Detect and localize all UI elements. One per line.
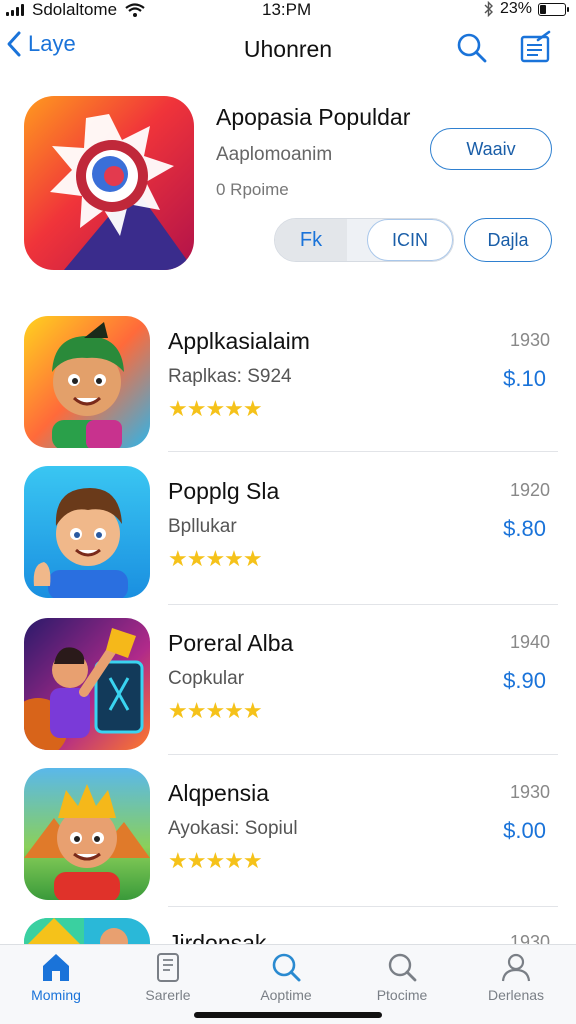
status-right: 23% <box>484 0 569 18</box>
segment-icin[interactable]: ICIN <box>367 219 453 261</box>
price-button[interactable]: $.90 <box>503 668 546 694</box>
app-subtitle: Raplkas: S924 <box>168 366 292 387</box>
app-name: Jirdonsak <box>168 930 267 944</box>
app-row[interactable]: Popplg Sla Bpllukar ★★★★★ 1920 $.80 <box>0 466 576 616</box>
app-count: 1930 <box>509 782 550 802</box>
rating-stars: ★★★★★ <box>168 848 263 873</box>
tab-label: Moming <box>31 987 81 1003</box>
battery-fill <box>540 4 546 14</box>
tab-aoptime[interactable]: Aoptime <box>236 951 336 1011</box>
row-divider <box>168 754 558 755</box>
app-name: Alqpensia <box>168 780 270 806</box>
app-subtitle: Copkular <box>168 668 245 689</box>
tablet-icon <box>157 953 179 982</box>
app-icon <box>24 768 150 900</box>
tab-label: Aoptime <box>260 987 312 1003</box>
tab-label: Derlenas <box>487 987 545 1003</box>
row-divider <box>168 604 558 605</box>
row-divider <box>168 451 558 452</box>
featured-title: Apopasia Populdar <box>216 104 411 130</box>
app-row[interactable]: Poreral Alba Copkular ★★★★★ 1940 $.90 <box>0 618 576 768</box>
app-row[interactable]: Alqpensia Ayokasi: Sopiul ★★★★★ 1930 $.0… <box>0 768 576 918</box>
app-count: 1930 <box>509 932 550 944</box>
rating-stars: ★★★★★ <box>168 698 263 723</box>
featured-subtitle: Aaplomoanim <box>216 144 333 165</box>
home-icon <box>43 954 69 981</box>
featured-primary-button[interactable]: Waaiv <box>430 128 552 170</box>
app-icon <box>24 316 150 448</box>
app-subtitle: Bpllukar <box>168 516 237 537</box>
search-icon <box>272 953 301 982</box>
app-name: Poreral Alba <box>168 630 294 656</box>
app-count: 1920 <box>509 480 550 500</box>
chevron-left-icon <box>7 31 21 57</box>
row-divider <box>168 906 558 907</box>
bluetooth-icon <box>484 1 493 17</box>
featured-app-icon[interactable] <box>24 96 194 270</box>
tab-ptocime[interactable]: Ptocime <box>352 951 452 1011</box>
signal-icon <box>6 4 24 16</box>
rating-stars: ★★★★★ <box>168 396 263 421</box>
tab-label: Ptocime <box>376 987 428 1003</box>
app-subtitle: Ayokasi: Sopiul <box>168 818 298 839</box>
app-name: Applkasialaim <box>168 328 310 354</box>
price-button[interactable]: $.80 <box>503 516 546 542</box>
wifi-icon <box>125 3 145 17</box>
search-icon <box>388 953 417 982</box>
carrier-label: Sdolaltome <box>32 0 118 19</box>
price-button[interactable]: $.10 <box>503 366 546 392</box>
featured-secondary-button[interactable]: Dajla <box>464 218 552 262</box>
search-icon <box>457 33 487 63</box>
app-row[interactable]: Jirdonsak 1930 <box>0 918 576 944</box>
tab-moming[interactable]: Moming <box>6 951 106 1011</box>
app-icon <box>24 918 150 944</box>
segmented-control: Fk ICIN <box>274 218 454 262</box>
edit-button[interactable] <box>518 30 554 66</box>
battery-percent: 23% <box>499 0 532 17</box>
battery-icon <box>538 2 569 16</box>
tab-sarerle[interactable]: Sarerle <box>118 951 218 1011</box>
app-icon <box>24 618 150 750</box>
edit-icon <box>520 30 551 63</box>
search-button[interactable] <box>454 30 490 66</box>
rating-stars: ★★★★★ <box>168 546 263 571</box>
app-icon <box>24 466 150 598</box>
status-left: Sdolaltome <box>6 0 145 20</box>
tab-derlenas[interactable]: Derlenas <box>466 951 566 1011</box>
tab-label: Sarerle <box>145 987 191 1003</box>
price-button[interactable]: $.00 <box>503 818 546 844</box>
app-count: 1930 <box>509 330 550 350</box>
status-bar: Sdolaltome 13:PM 23% <box>0 0 576 20</box>
featured-meta: 0 Rpoime <box>216 180 289 199</box>
app-count: 1940 <box>509 632 550 652</box>
back-label: Laye <box>28 31 76 56</box>
back-button[interactable]: Laye <box>6 30 76 58</box>
status-time: 13:PM <box>262 0 312 19</box>
segment-fk[interactable]: Fk <box>275 219 347 261</box>
app-name: Popplg Sla <box>168 478 280 504</box>
app-row[interactable]: Applkasialaim Raplkas: S924 ★★★★★ 1930 $… <box>0 316 576 466</box>
home-indicator <box>194 1012 382 1018</box>
person-icon <box>501 953 531 982</box>
